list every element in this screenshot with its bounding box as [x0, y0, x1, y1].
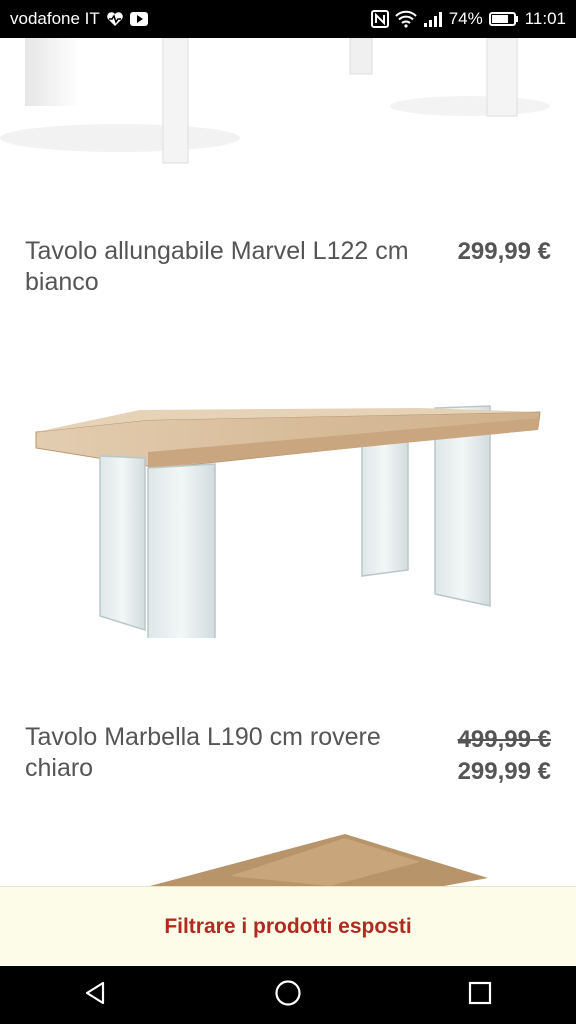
recents-icon	[467, 980, 493, 1011]
battery-icon	[488, 11, 519, 27]
product-image-marvel[interactable]	[0, 38, 576, 198]
product-list: Tavolo allungabile Marvel L122 cm bianco…	[0, 38, 576, 966]
product-title-marbella[interactable]: Tavolo Marbella L190 cm rovere chiaro	[25, 722, 415, 784]
status-bar: vodafone IT 74% 11:01	[0, 0, 576, 38]
back-icon	[83, 980, 109, 1011]
old-price: 499,99 €	[457, 726, 551, 753]
filter-bar[interactable]: Filtrare i prodotti esposti	[0, 886, 576, 967]
price: 299,99 €	[457, 758, 551, 785]
wifi-icon	[394, 10, 417, 28]
battery-percent: 74%	[448, 9, 483, 28]
clock: 11:01	[524, 9, 566, 28]
navigation-bar	[0, 966, 576, 1024]
signal-icon	[423, 11, 443, 27]
media-icon	[129, 12, 148, 26]
price: 299,99 €	[457, 238, 551, 265]
home-button[interactable]	[258, 966, 318, 1024]
product-price-marbella: 499,99 € 299,99 €	[458, 724, 551, 788]
recents-button[interactable]	[450, 966, 510, 1024]
carrier-label: vodafone IT	[10, 9, 100, 28]
heart-monitor-icon	[106, 11, 124, 27]
back-button[interactable]	[66, 966, 126, 1024]
home-icon	[274, 979, 302, 1012]
nfc-icon	[370, 10, 389, 28]
product-price-marvel: 299,99 €	[458, 236, 551, 268]
filter-products-button[interactable]: Filtrare i prodotti esposti	[164, 915, 411, 939]
product-image-marbella[interactable]	[0, 368, 576, 667]
product-image-next[interactable]	[0, 834, 576, 894]
product-title-marvel[interactable]: Tavolo allungabile Marvel L122 cm bianco	[25, 236, 415, 298]
